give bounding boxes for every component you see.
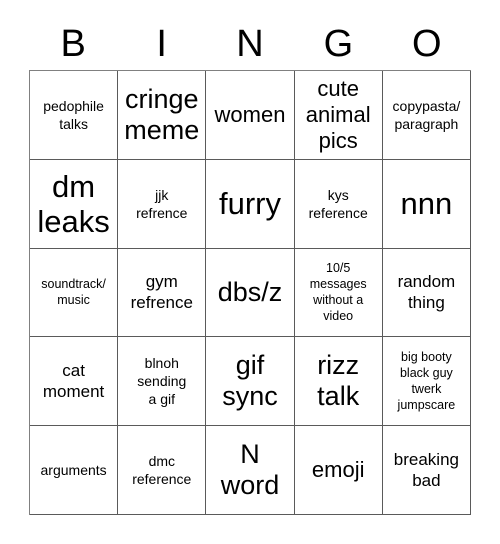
bingo-cell-o1[interactable]: copypasta/ paragraph [382, 71, 471, 160]
bingo-cell-n4[interactable]: gif sync [206, 337, 295, 427]
bingo-cell-o5[interactable]: breaking bad [382, 426, 471, 515]
bingo-cell-label: nnn [400, 186, 453, 222]
bingo-cell-b5[interactable]: arguments [30, 426, 119, 515]
bingo-cell-o3[interactable]: random thing [382, 248, 471, 338]
bingo-cell-label: gym refrence [130, 272, 193, 313]
bingo-header-letter-o: O [412, 23, 442, 65]
bingo-header-letter-g: G [323, 23, 354, 65]
bingo-cell-label: women [214, 101, 286, 127]
bingo-cell-label: cringe meme [124, 83, 200, 145]
bingo-cell-g2[interactable]: kys reference [294, 159, 383, 249]
bingo-cell-b2[interactable]: dm leaks [30, 159, 119, 249]
bingo-cell-label: rizz talk [317, 350, 360, 412]
bingo-cell-label: kys reference [308, 186, 368, 221]
bingo-cell-label: soundtrack/ music [41, 277, 106, 308]
bingo-cell-label: big booty black guy twerk jumpscare [397, 350, 456, 413]
bingo-cell-label: breaking bad [393, 450, 459, 491]
bingo-cell-label: dmc reference [132, 453, 192, 488]
bingo-cell-b4[interactable]: cat moment [30, 337, 119, 427]
bingo-cell-o2[interactable]: nnn [382, 159, 471, 249]
bingo-cell-o4[interactable]: big booty black guy twerk jumpscare [382, 337, 471, 427]
bingo-cell-n5[interactable]: N word [206, 426, 295, 515]
bingo-cell-label: gif sync [222, 350, 278, 412]
bingo-cell-label: N word [220, 439, 280, 501]
bingo-cell-n2[interactable]: furry [206, 159, 295, 249]
bingo-cell-label: blnoh sending a gif [137, 355, 187, 408]
bingo-header-letter-b: B [60, 23, 86, 65]
bingo-card: B I N G O pedophile talks cringe meme wo… [0, 0, 500, 544]
bingo-header-row: B I N G O [29, 18, 471, 70]
bingo-cell-label: arguments [40, 462, 107, 479]
bingo-cell-label: emoji [311, 457, 365, 483]
bingo-cell-g4[interactable]: rizz talk [294, 337, 383, 427]
bingo-cell-label: jjk refrence [136, 186, 188, 221]
bingo-cell-n1[interactable]: women [206, 71, 295, 160]
bingo-cell-i1[interactable]: cringe meme [118, 71, 207, 160]
bingo-cell-label: random thing [397, 272, 456, 313]
bingo-cell-label: 10/5 messages without a video [309, 261, 367, 324]
bingo-cell-i4[interactable]: blnoh sending a gif [118, 337, 207, 427]
bingo-header-letter-n: N [236, 23, 264, 65]
bingo-cell-b1[interactable]: pedophile talks [30, 71, 119, 160]
bingo-cell-label: pedophile talks [43, 97, 104, 132]
bingo-grid: pedophile talks cringe meme women cute a… [29, 70, 471, 515]
bingo-cell-label: furry [218, 186, 281, 222]
bingo-cell-label: cat moment [42, 361, 105, 402]
bingo-cell-g5[interactable]: emoji [294, 426, 383, 515]
bingo-cell-b3[interactable]: soundtrack/ music [30, 248, 119, 338]
bingo-cell-g3[interactable]: 10/5 messages without a video [294, 248, 383, 338]
bingo-cell-label: dbs/z [217, 276, 283, 307]
bingo-cell-n3[interactable]: dbs/z [206, 248, 295, 338]
bingo-cell-i3[interactable]: gym refrence [118, 248, 207, 338]
bingo-cell-i2[interactable]: jjk refrence [118, 159, 207, 249]
bingo-cell-label: cute animal pics [305, 75, 371, 153]
bingo-cell-g1[interactable]: cute animal pics [294, 71, 383, 160]
bingo-cell-label: dm leaks [37, 168, 110, 239]
bingo-header-letter-i: I [156, 23, 167, 65]
bingo-cell-i5[interactable]: dmc reference [118, 426, 207, 515]
bingo-cell-label: copypasta/ paragraph [392, 97, 461, 132]
